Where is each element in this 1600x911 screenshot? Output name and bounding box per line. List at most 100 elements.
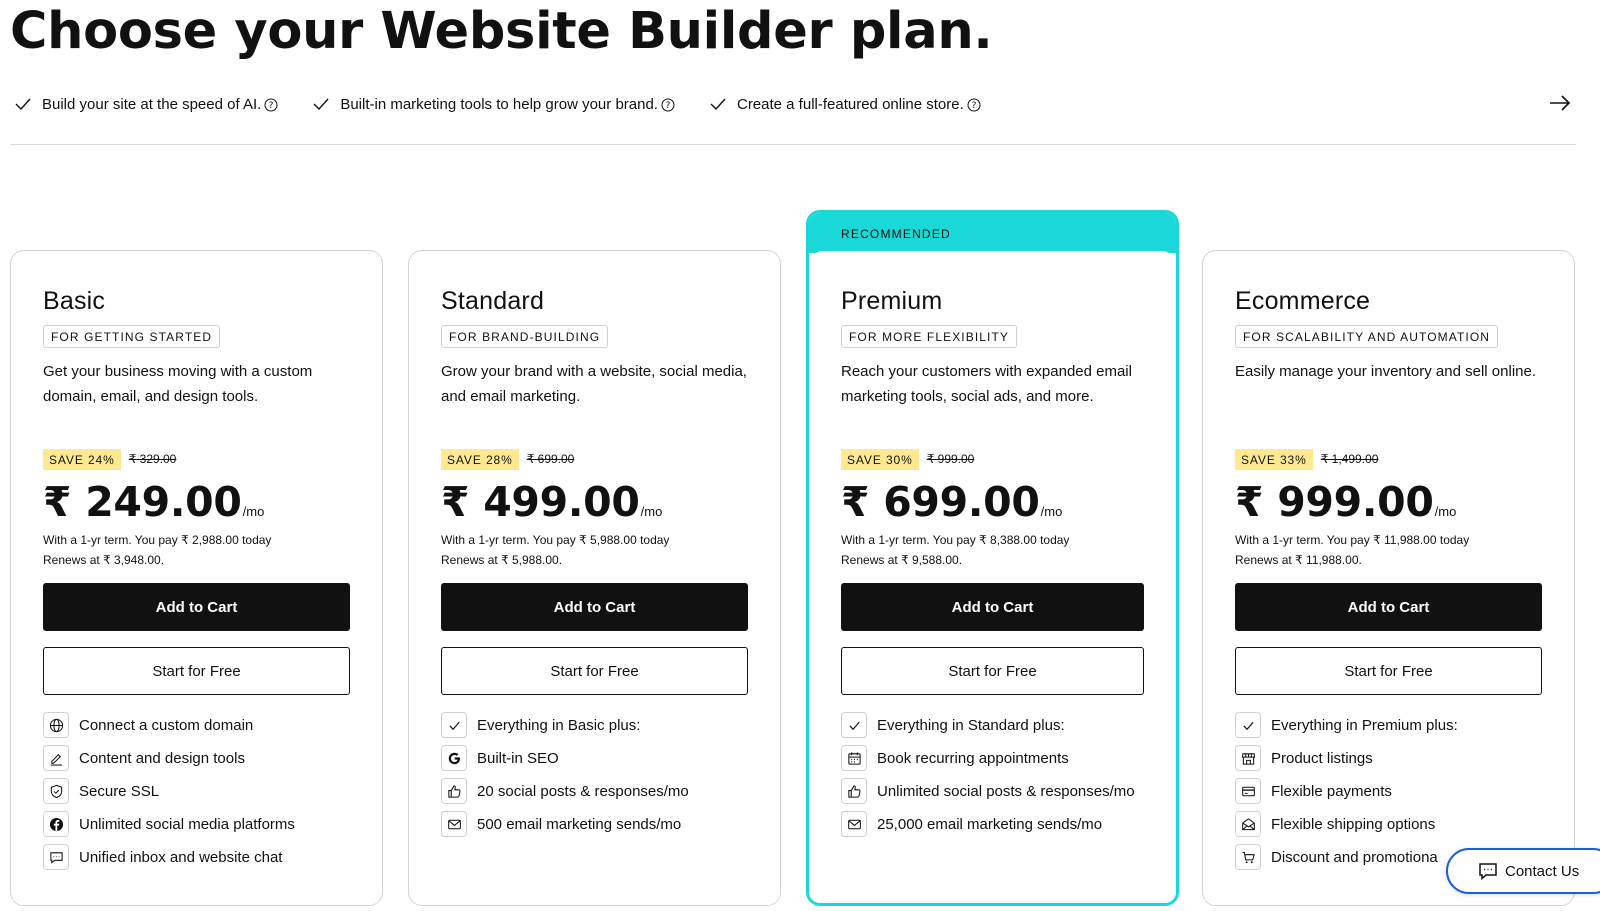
- calendar-icon: [841, 745, 867, 771]
- plan-description: Grow your brand with a website, social m…: [441, 363, 747, 405]
- feature-label: Book recurring appointments: [877, 750, 1069, 767]
- term-text: With a 1-yr term. You pay ₹ 8,388.00 tod…: [841, 533, 1070, 547]
- plan-card-ecommerce: Ecommerce FOR SCALABILITY AND AUTOMATION…: [1202, 250, 1575, 906]
- save-badge: SAVE 24%: [43, 448, 121, 470]
- feature-label: 500 email marketing sends/mo: [477, 816, 682, 833]
- card-icon: [1235, 778, 1261, 804]
- feature-item: Flexible shipping options: [1235, 811, 1542, 838]
- feature-item: Built-in SEO: [441, 745, 748, 772]
- cart-icon: [1235, 844, 1261, 870]
- plan-tagline: FOR BRAND-BUILDING: [441, 325, 609, 348]
- feature-item: Everything in Basic plus:: [441, 712, 748, 739]
- divider: [10, 144, 1576, 145]
- renew-text: Renews at ₹ 9,588.00.: [841, 553, 963, 567]
- feature-label: 25,000 email marketing sends/mo: [877, 816, 1103, 833]
- old-price: ₹ 1,499.00: [1320, 452, 1379, 466]
- plan-tagline: FOR MORE FLEXIBILITY: [841, 325, 1018, 348]
- pen-icon: [43, 745, 69, 771]
- plan-name: Standard: [441, 287, 545, 315]
- old-price: ₹ 699.00: [526, 452, 575, 466]
- add-to-cart-button[interactable]: Add to Cart: [441, 583, 748, 631]
- check-icon: [15, 98, 31, 111]
- price: ₹ 699.00: [841, 478, 1040, 526]
- feature-item: 20 social posts & responses/mo: [441, 778, 748, 805]
- price-period: /mo: [1434, 504, 1457, 519]
- term-text: With a 1-yr term. You pay ₹ 11,988.00 to…: [1235, 533, 1470, 547]
- term-text: With a 1-yr term. You pay ₹ 2,988.00 tod…: [43, 533, 272, 547]
- old-price: ₹ 999.00: [926, 452, 975, 466]
- start-for-free-button[interactable]: Start for Free: [441, 647, 748, 695]
- mail-icon: [441, 811, 467, 837]
- feature-item: Flexible payments: [1235, 778, 1542, 805]
- feature-label: Built-in SEO: [477, 750, 559, 767]
- price: ₹ 999.00: [1235, 478, 1434, 526]
- facebook-icon: [43, 811, 69, 837]
- feature-label: Secure SSL: [79, 783, 160, 800]
- svg-text:?: ?: [666, 101, 671, 111]
- feature-label: Content and design tools: [79, 750, 245, 767]
- term-text: With a 1-yr term. You pay ₹ 5,988.00 tod…: [441, 533, 670, 547]
- feature-label: Unlimited social media platforms: [79, 816, 295, 833]
- feature-item: Secure SSL: [43, 778, 350, 805]
- svg-text:?: ?: [269, 101, 274, 111]
- save-badge: SAVE 28%: [441, 448, 519, 470]
- add-to-cart-button[interactable]: Add to Cart: [1235, 583, 1542, 631]
- check-icon: [1235, 712, 1261, 738]
- add-to-cart-button[interactable]: Add to Cart: [841, 583, 1144, 631]
- help-icon[interactable]: ?: [967, 98, 981, 112]
- feature-label: Unlimited social posts & responses/mo: [877, 783, 1135, 800]
- store-icon: [1235, 745, 1261, 771]
- feature-item: Everything in Standard plus:: [841, 712, 1144, 739]
- benefits-row: Build your site at the speed of AI. ? Bu…: [14, 92, 1015, 116]
- plan-description: Get your business moving with a custom d…: [43, 363, 313, 405]
- feature-list: Everything in Basic plus: Built-in SEO 2…: [441, 712, 748, 838]
- shield-icon: [43, 778, 69, 804]
- contact-us-label: Contact Us: [1505, 862, 1580, 880]
- arrow-right-icon[interactable]: [1548, 92, 1572, 114]
- google-icon: [441, 745, 467, 771]
- feature-item: Unlimited social media platforms: [43, 811, 350, 838]
- save-badge: SAVE 33%: [1235, 448, 1313, 470]
- feature-item: Everything in Premium plus:: [1235, 712, 1542, 739]
- check-icon: [313, 98, 329, 111]
- thumbs-up-icon: [841, 778, 867, 804]
- feature-item: Book recurring appointments: [841, 745, 1144, 772]
- plan-name: Premium: [841, 287, 943, 315]
- feature-label: Product listings: [1271, 750, 1373, 767]
- feature-label: Discount and promotiona: [1271, 849, 1438, 866]
- benefit-label: Build your site at the speed of AI.: [42, 95, 262, 113]
- feature-item: 25,000 email marketing sends/mo: [841, 811, 1144, 838]
- benefit-ai: Build your site at the speed of AI. ?: [14, 95, 278, 113]
- check-icon: [710, 98, 726, 111]
- contact-us-button[interactable]: Contact Us: [1446, 848, 1600, 894]
- help-icon[interactable]: ?: [264, 98, 278, 112]
- svg-text:?: ?: [971, 101, 976, 111]
- chat-icon: [43, 844, 69, 870]
- benefit-store: Create a full-featured online store. ?: [709, 95, 981, 113]
- start-for-free-button[interactable]: Start for Free: [841, 647, 1144, 695]
- benefit-marketing: Built-in marketing tools to help grow yo…: [312, 95, 675, 113]
- plan-description: Reach your customers with expanded email…: [841, 363, 1132, 405]
- feature-item: Connect a custom domain: [43, 712, 350, 739]
- price-period: /mo: [1040, 504, 1063, 519]
- price-period: /mo: [242, 504, 265, 519]
- feature-item: Unified inbox and website chat: [43, 844, 350, 871]
- thumbs-up-icon: [441, 778, 467, 804]
- plan-card-standard: Standard FOR BRAND-BUILDING Grow your br…: [408, 250, 781, 906]
- feature-label: 20 social posts & responses/mo: [477, 783, 689, 800]
- plan-tagline: FOR GETTING STARTED: [43, 325, 221, 348]
- start-for-free-button[interactable]: Start for Free: [1235, 647, 1542, 695]
- mail-icon: [841, 811, 867, 837]
- start-for-free-button[interactable]: Start for Free: [43, 647, 350, 695]
- globe-icon: [43, 712, 69, 738]
- price: ₹ 249.00: [43, 478, 242, 526]
- help-icon[interactable]: ?: [661, 98, 675, 112]
- renew-text: Renews at ₹ 3,948.00.: [43, 553, 165, 567]
- feature-label: Connect a custom domain: [79, 717, 254, 734]
- plan-name: Basic: [43, 287, 106, 315]
- recommended-ribbon: RECOMMENDED: [809, 213, 1176, 253]
- benefit-label: Create a full-featured online store.: [736, 95, 964, 113]
- add-to-cart-button[interactable]: Add to Cart: [43, 583, 350, 631]
- renew-text: Renews at ₹ 5,988.00.: [441, 553, 563, 567]
- chat-icon: [1479, 863, 1497, 881]
